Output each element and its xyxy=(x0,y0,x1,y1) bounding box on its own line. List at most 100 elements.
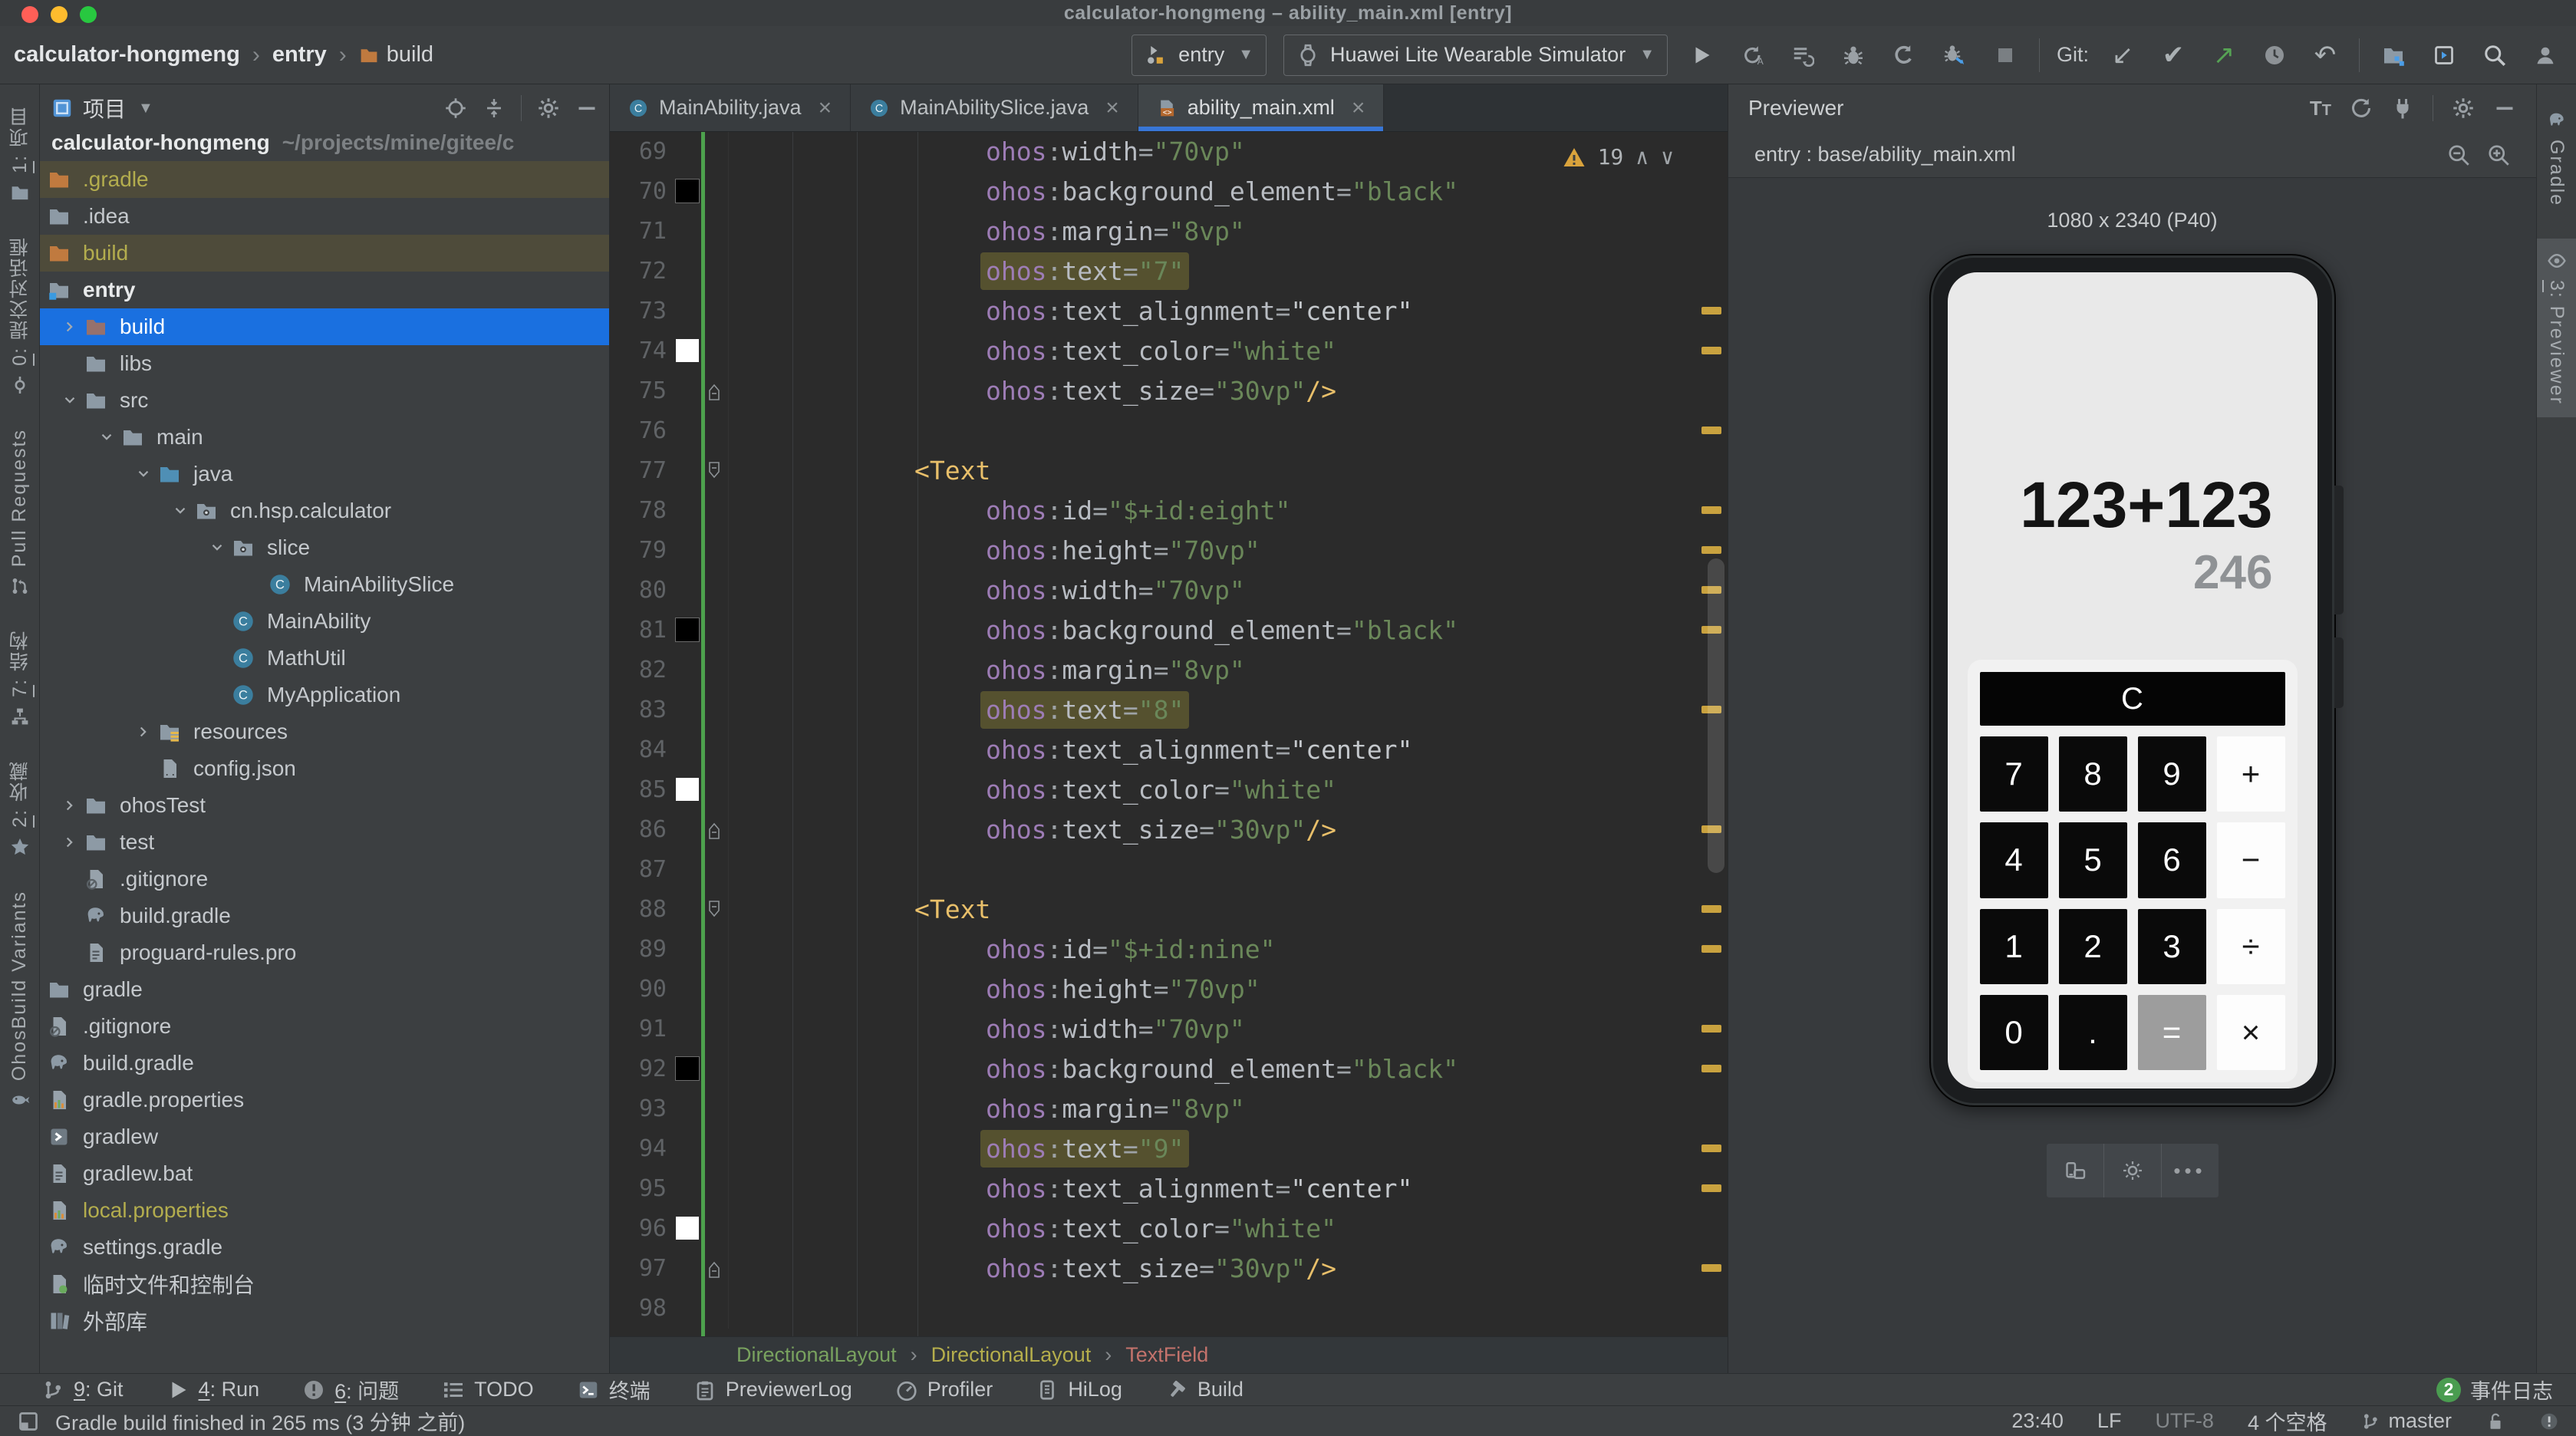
gutter[interactable]: 97 xyxy=(610,1249,729,1289)
calc-key[interactable]: . xyxy=(2058,994,2127,1070)
calc-key[interactable]: 1 xyxy=(1979,908,2048,984)
calc-key[interactable]: 9 xyxy=(2137,736,2206,812)
project-panel-title[interactable]: 项目 xyxy=(83,93,126,124)
tool-window-button[interactable]: 终端 xyxy=(558,1374,669,1406)
fold-marker-icon[interactable] xyxy=(707,461,722,481)
attach-debugger-button[interactable] xyxy=(1938,38,1972,72)
event-log-button[interactable]: 2 事件日志 xyxy=(2436,1375,2553,1405)
gutter[interactable]: 83 xyxy=(610,690,729,730)
code-line[interactable]: 70 ohos:background_element="black" xyxy=(610,172,1728,212)
code-line[interactable]: 91 ohos:width="70vp" xyxy=(610,1009,1728,1049)
code-line[interactable]: 80 ohos:width="70vp" xyxy=(610,571,1728,611)
brightness-button[interactable] xyxy=(2103,1144,2161,1197)
code-line[interactable]: 71 ohos:margin="8vp" xyxy=(610,212,1728,252)
editor-tab[interactable]: C MainAbilitySlice.java × xyxy=(851,84,1138,131)
maximize-window-button[interactable] xyxy=(80,6,97,23)
color-swatch-black[interactable] xyxy=(675,618,700,642)
gutter[interactable]: 91 xyxy=(610,1009,729,1049)
calc-key[interactable]: 0 xyxy=(1979,994,2048,1070)
tree-item[interactable]: C MainAbilitySlice xyxy=(40,566,609,603)
warning-stripe-mark[interactable] xyxy=(1701,427,1721,434)
hide-panel-icon[interactable] xyxy=(2493,97,2516,120)
code-line[interactable]: 79 ohos:height="70vp" xyxy=(610,531,1728,571)
calc-key[interactable]: 6 xyxy=(2137,822,2206,898)
tree-item[interactable]: main xyxy=(40,419,609,456)
tool-strip-tab[interactable]: Gradle xyxy=(2537,98,2576,219)
tool-strip-tab[interactable]: 1: 项目 xyxy=(6,106,34,203)
code-line[interactable]: 85 ohos:text_color="white" xyxy=(610,770,1728,810)
code-line[interactable]: 95 ohos:text_alignment="center" xyxy=(610,1169,1728,1209)
code-line[interactable]: 90 ohos:height="70vp" xyxy=(610,970,1728,1009)
tree-item[interactable]: 外部库 xyxy=(40,1303,609,1339)
notifications-icon[interactable] xyxy=(2539,1411,2559,1431)
gutter[interactable]: 84 xyxy=(610,730,729,770)
minimize-window-button[interactable] xyxy=(51,6,68,23)
editor-tab[interactable]: <> ability_main.xml × xyxy=(1138,84,1385,131)
tree-item[interactable]: {..} config.json xyxy=(40,750,609,787)
chevron-right-icon[interactable] xyxy=(55,797,84,814)
chevron-down-icon[interactable] xyxy=(203,539,232,556)
run-configuration-select[interactable]: entry ▼ xyxy=(1132,34,1267,76)
gutter[interactable]: 88 xyxy=(610,890,729,930)
tree-item[interactable]: .gitignore xyxy=(40,861,609,898)
warning-stripe-mark[interactable] xyxy=(1701,307,1721,315)
calc-key-clear[interactable]: C xyxy=(1979,672,2285,726)
tool-window-button[interactable]: HiLog xyxy=(1017,1374,1141,1406)
gear-icon[interactable] xyxy=(537,97,560,120)
code-line[interactable]: 96 ohos:text_color="white" xyxy=(610,1209,1728,1249)
tree-item[interactable]: local.properties xyxy=(40,1192,609,1229)
calc-key[interactable]: 3 xyxy=(2137,908,2206,984)
code-line[interactable]: 93 ohos:margin="8vp" xyxy=(610,1089,1728,1129)
code-line[interactable]: 84 ohos:text_alignment="center" xyxy=(610,730,1728,770)
color-swatch-black[interactable] xyxy=(675,179,700,203)
zoom-out-icon[interactable] xyxy=(2447,143,2470,166)
calc-key[interactable]: + xyxy=(2216,736,2285,812)
plug-icon[interactable] xyxy=(2391,97,2414,120)
tree-item[interactable]: build.gradle xyxy=(40,898,609,934)
color-swatch-black[interactable] xyxy=(675,1056,700,1081)
gutter[interactable]: 80 xyxy=(610,571,729,611)
collapse-all-icon[interactable] xyxy=(483,97,506,120)
rerun-button[interactable]: A xyxy=(1735,38,1769,72)
tree-item[interactable]: gradle xyxy=(40,971,609,1008)
code-line[interactable]: 72 ohos:text="7" xyxy=(610,252,1728,291)
tree-item[interactable]: build xyxy=(40,235,609,272)
zoom-in-icon[interactable] xyxy=(2487,143,2510,166)
code-line[interactable]: 76 xyxy=(610,411,1728,451)
device-select[interactable]: Huawei Lite Wearable Simulator ▼ xyxy=(1283,34,1668,76)
color-swatch-white[interactable] xyxy=(676,778,699,801)
gutter[interactable]: 82 xyxy=(610,650,729,690)
unlock-icon[interactable] xyxy=(2485,1411,2505,1431)
tree-item[interactable]: .idea xyxy=(40,198,609,235)
tree-item[interactable]: cn.hsp.calculator xyxy=(40,492,609,529)
stop-button[interactable] xyxy=(1988,38,2022,72)
tree-item[interactable]: gradlew xyxy=(40,1118,609,1155)
calc-key[interactable]: 8 xyxy=(2058,736,2127,812)
tool-window-button[interactable]: Profiler xyxy=(877,1374,1012,1406)
close-window-button[interactable] xyxy=(21,6,38,23)
chevron-down-icon[interactable] xyxy=(92,429,121,446)
run-button[interactable] xyxy=(1685,38,1718,72)
scrollbar-thumb[interactable] xyxy=(1708,558,1724,873)
code-line[interactable]: 73 ohos:text_alignment="center" xyxy=(610,291,1728,331)
code-line[interactable]: 88 <Text xyxy=(610,890,1728,930)
chevron-right-icon[interactable] xyxy=(129,723,158,740)
chevron-right-icon[interactable] xyxy=(55,834,84,851)
tree-item[interactable]: ohosTest xyxy=(40,787,609,824)
gutter[interactable]: 85 xyxy=(610,770,729,810)
gutter[interactable]: 79 xyxy=(610,531,729,571)
chevron-down-icon[interactable] xyxy=(129,466,158,483)
warning-stripe-mark[interactable] xyxy=(1701,1264,1721,1272)
tree-item[interactable]: C MathUtil xyxy=(40,640,609,677)
xml-breadcrumb-item[interactable]: DirectionalLayout xyxy=(931,1343,1092,1367)
tool-window-button[interactable]: PreviewerLog xyxy=(675,1374,871,1406)
tree-item[interactable]: libs xyxy=(40,345,609,382)
gutter[interactable]: 77 xyxy=(610,451,729,491)
warning-stripe-mark[interactable] xyxy=(1701,1184,1721,1192)
breadcrumb-item[interactable]: build xyxy=(359,42,433,68)
tool-strip-tab[interactable]: 3: Previewer xyxy=(2537,239,2576,417)
calc-key[interactable]: 4 xyxy=(1979,822,2048,898)
calc-key[interactable]: − xyxy=(2216,822,2285,898)
git-update-button[interactable]: ↙ xyxy=(2106,38,2140,72)
tree-item[interactable]: slice xyxy=(40,529,609,566)
